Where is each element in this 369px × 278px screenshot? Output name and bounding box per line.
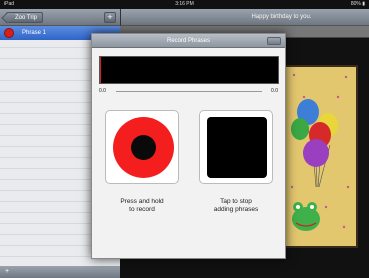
- stop-caption-line2: adding phrases: [213, 206, 259, 213]
- stop-icon: [207, 117, 267, 178]
- record-caption: Press and hold to record: [102, 198, 182, 214]
- left-bottom-toolbar: +: [0, 266, 120, 278]
- record-phrases-dialog: Record Phrases 0.0 0.0 Press and hold to…: [91, 33, 286, 259]
- left-navigation-bar: Zoo Trip +: [0, 9, 120, 26]
- back-button-label: Zoo Trip: [15, 15, 38, 21]
- status-bar: iPad 3:16 PM 80% ▮: [0, 0, 369, 9]
- stop-caption: Tap to stop adding phrases: [196, 198, 276, 214]
- birthday-card-image: [284, 65, 358, 248]
- back-button[interactable]: Zoo Trip: [6, 12, 44, 23]
- battery-indicator: 80% ▮: [350, 1, 365, 7]
- balloons-illustration: [290, 73, 350, 231]
- total-time: 0.0: [271, 88, 278, 94]
- elapsed-time: 0.0: [99, 88, 106, 94]
- record-icon: [113, 117, 174, 178]
- plus-icon[interactable]: +: [5, 268, 9, 275]
- dialog-title: Record Phrases: [166, 38, 211, 44]
- clock-label: 3:16 PM: [175, 1, 194, 7]
- record-caption-line2: to record: [129, 206, 155, 213]
- add-phrase-button[interactable]: +: [104, 12, 116, 23]
- stop-button[interactable]: [199, 110, 273, 184]
- record-button[interactable]: [105, 110, 179, 184]
- waveform-display: [99, 56, 279, 84]
- phrase-label: Phrase 1: [22, 30, 47, 36]
- card-title: Happy birthday to you.: [251, 14, 312, 20]
- dialog-header: Record Phrases: [92, 34, 285, 48]
- record-center: [131, 135, 156, 160]
- right-navigation-bar: Happy birthday to you.: [120, 9, 369, 26]
- playhead-marker: [100, 57, 101, 83]
- close-icon[interactable]: [267, 37, 281, 45]
- phrase-color-icon: [4, 28, 14, 38]
- plus-icon: +: [107, 12, 113, 22]
- record-caption-line1: Press and hold: [120, 198, 164, 205]
- recording-progress-track[interactable]: [116, 91, 262, 92]
- stop-caption-line1: Tap to stop: [220, 198, 252, 205]
